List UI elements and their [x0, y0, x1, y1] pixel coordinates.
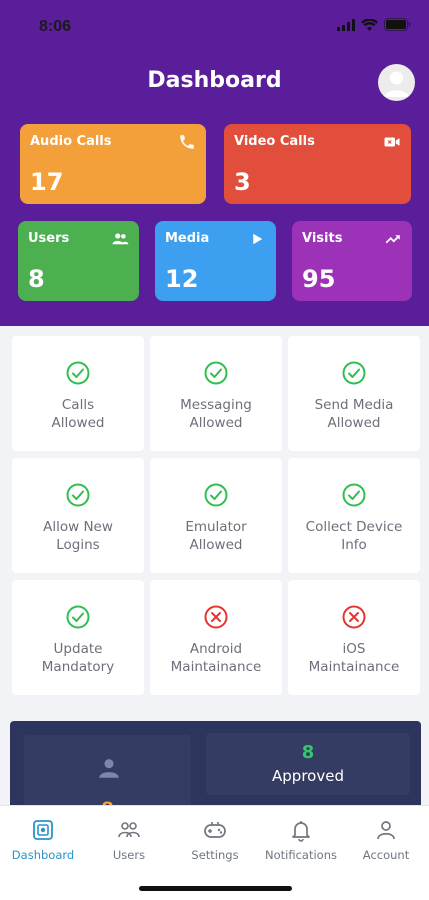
bell-icon	[292, 821, 310, 842]
setting-calls-allowed[interactable]: Calls Allowed	[12, 336, 144, 451]
users-group-icon	[118, 822, 140, 838]
approved-users-value: 8	[301, 742, 315, 763]
setting-allow-new-logins[interactable]: Allow New Logins	[12, 458, 144, 573]
setting-emulator-allowed[interactable]: Emulator Allowed	[150, 458, 282, 573]
audio-calls-card[interactable]: Audio Calls 17	[20, 124, 206, 204]
group-icon	[112, 233, 129, 245]
tab-users-label: Users	[112, 848, 146, 862]
tab-notifications-label: Notifications	[265, 848, 337, 862]
setting-label: iOS Maintainance	[308, 641, 400, 675]
tab-dashboard-label: Dashboard	[11, 848, 75, 862]
check-circle-icon	[204, 483, 228, 507]
video-calls-value: 3	[234, 168, 251, 196]
tab-notifications[interactable]: Notifications	[258, 818, 344, 862]
tab-dashboard[interactable]: Dashboard	[0, 818, 86, 862]
setting-label: Send Media Allowed	[314, 397, 394, 431]
setting-collect-device-info[interactable]: Collect Device Info	[288, 458, 420, 573]
check-circle-icon	[342, 483, 366, 507]
gamepad-settings-icon	[204, 822, 226, 838]
visits-value: 95	[302, 265, 336, 293]
approved-users-label: Approved	[272, 767, 344, 785]
page-title: Dashboard	[147, 68, 282, 93]
setting-messaging-allowed[interactable]: Messaging Allowed	[150, 336, 282, 451]
avatar[interactable]	[378, 64, 415, 101]
play-icon	[253, 233, 263, 245]
audio-calls-value: 17	[30, 168, 64, 196]
signal-icon	[337, 18, 355, 31]
video-calls-label: Video Calls	[234, 134, 315, 149]
users-value: 8	[28, 265, 45, 293]
media-card[interactable]: Media 12	[155, 221, 276, 301]
tab-account-label: Account	[362, 848, 410, 862]
status-time: 8:06	[39, 18, 72, 35]
setting-label: Emulator Allowed	[185, 519, 247, 553]
check-circle-icon	[342, 361, 366, 385]
tab-account[interactable]: Account	[343, 818, 429, 862]
phone-icon	[180, 135, 194, 149]
users-card[interactable]: Users 8	[18, 221, 139, 301]
video-calls-card[interactable]: Video Calls 3	[224, 124, 411, 204]
wifi-icon	[361, 18, 378, 31]
trending-up-icon	[385, 235, 400, 244]
approved-users-box[interactable]: 8 Approved	[206, 733, 410, 795]
visits-card[interactable]: Visits 95	[292, 221, 412, 301]
check-circle-icon	[66, 605, 90, 629]
home-indicator	[139, 886, 292, 891]
video-camera-icon	[384, 137, 400, 147]
setting-label: Collect Device Info	[305, 519, 403, 553]
setting-label: Calls Allowed	[51, 397, 105, 431]
setting-android-maintainance[interactable]: Android Maintainance	[150, 580, 282, 695]
tab-settings[interactable]: Settings	[172, 818, 258, 862]
person-icon	[99, 759, 119, 778]
dashboard-icon	[33, 820, 53, 840]
setting-ios-maintainance[interactable]: iOS Maintainance	[288, 580, 420, 695]
setting-send-media-allowed[interactable]: Send Media Allowed	[288, 336, 420, 451]
tab-settings-label: Settings	[191, 848, 239, 862]
check-circle-icon	[66, 483, 90, 507]
dashboard-header: 8:06 Dashboard Audio Calls 17 Video Call…	[0, 0, 429, 326]
x-circle-icon	[204, 605, 228, 629]
check-circle-icon	[66, 361, 90, 385]
setting-update-mandatory[interactable]: Update Mandatory	[12, 580, 144, 695]
audio-calls-label: Audio Calls	[30, 134, 112, 149]
account-icon	[377, 821, 395, 840]
status-icons	[337, 18, 411, 31]
x-circle-icon	[342, 605, 366, 629]
setting-label: Messaging Allowed	[180, 397, 252, 431]
user-avatar-icon	[384, 71, 409, 97]
setting-label: Android Maintainance	[170, 641, 262, 675]
check-circle-icon	[204, 361, 228, 385]
setting-label: Allow New Logins	[43, 519, 113, 553]
setting-label: Update Mandatory	[41, 641, 115, 675]
battery-icon	[384, 18, 411, 31]
status-bar: 8:06	[0, 14, 429, 40]
media-value: 12	[165, 265, 199, 293]
tab-users[interactable]: Users	[86, 818, 172, 862]
